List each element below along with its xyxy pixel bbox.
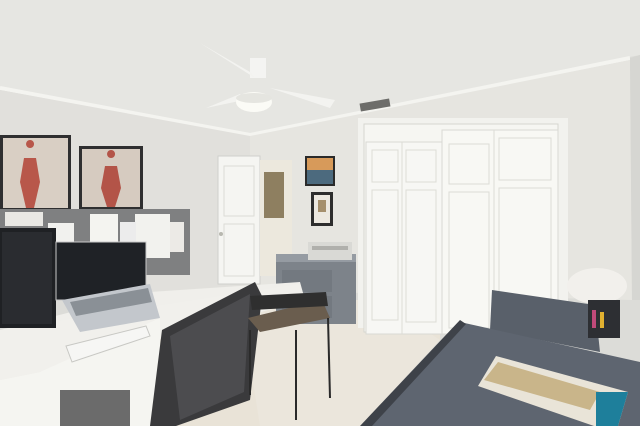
room-photo: [0, 0, 640, 426]
monitor-icon: [0, 228, 56, 328]
